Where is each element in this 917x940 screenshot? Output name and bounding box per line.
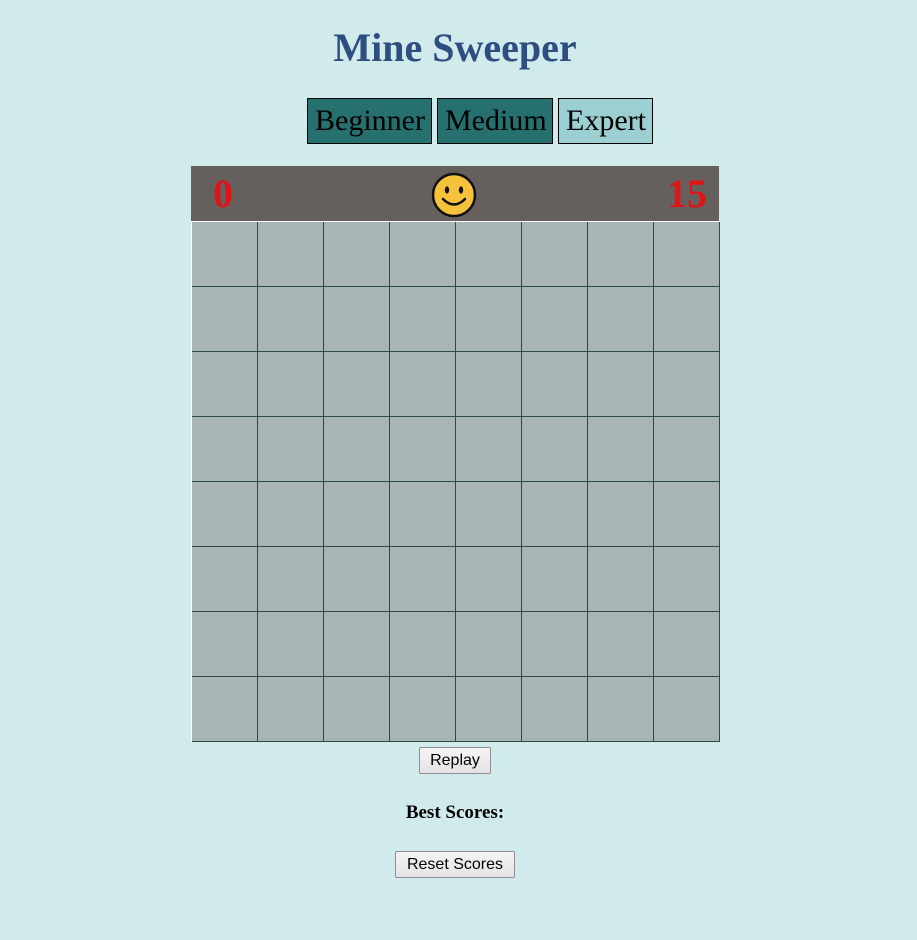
level-medium-button[interactable]: Medium — [437, 98, 553, 144]
grid-cell[interactable] — [258, 482, 324, 547]
grid-cell[interactable] — [390, 612, 456, 677]
grid-cell[interactable] — [654, 352, 720, 417]
grid-cell[interactable] — [324, 352, 390, 417]
smiley-face-icon[interactable] — [431, 172, 477, 218]
grid-cell[interactable] — [192, 482, 258, 547]
level-beginner-button[interactable]: Beginner — [307, 98, 432, 144]
grid-cell[interactable] — [324, 677, 390, 742]
grid-cell[interactable] — [258, 677, 324, 742]
grid-cell[interactable] — [324, 612, 390, 677]
grid-cell[interactable] — [522, 287, 588, 352]
grid-cell[interactable] — [258, 417, 324, 482]
grid-cell[interactable] — [522, 482, 588, 547]
grid-cell[interactable] — [456, 677, 522, 742]
grid-cell[interactable] — [258, 612, 324, 677]
grid-cell[interactable] — [522, 222, 588, 287]
grid-cell[interactable] — [258, 352, 324, 417]
flags-counter: 0 — [213, 171, 233, 216]
grid-cell[interactable] — [522, 352, 588, 417]
grid-cell[interactable] — [324, 287, 390, 352]
grid-cell[interactable] — [258, 222, 324, 287]
grid-cell[interactable] — [522, 417, 588, 482]
grid-cell[interactable] — [654, 417, 720, 482]
grid-cell[interactable] — [456, 287, 522, 352]
grid-cell[interactable] — [654, 482, 720, 547]
grid-cell[interactable] — [654, 612, 720, 677]
grid-cell[interactable] — [588, 417, 654, 482]
grid-cell[interactable] — [324, 547, 390, 612]
grid-cell[interactable] — [522, 612, 588, 677]
grid-cell[interactable] — [258, 547, 324, 612]
grid-cell[interactable] — [192, 612, 258, 677]
reset-scores-button[interactable]: Reset Scores — [395, 851, 515, 878]
grid-cell[interactable] — [390, 417, 456, 482]
grid-cell[interactable] — [522, 547, 588, 612]
grid-cell[interactable] — [588, 677, 654, 742]
timer-counter: 15 — [667, 171, 707, 216]
grid-cell[interactable] — [456, 222, 522, 287]
grid-cell[interactable] — [522, 677, 588, 742]
page-title: Mine Sweeper — [333, 25, 577, 70]
best-scores-heading: Best Scores: — [405, 802, 505, 823]
level-expert-button[interactable]: Expert — [558, 98, 653, 144]
grid-cell[interactable] — [324, 222, 390, 287]
grid-cell[interactable] — [588, 612, 654, 677]
grid-cell[interactable] — [456, 612, 522, 677]
grid-cell[interactable] — [324, 417, 390, 482]
grid-cell[interactable] — [588, 287, 654, 352]
page: Mine Sweeper Beginner Medium Expert 0 15… — [0, 0, 917, 940]
grid-cell[interactable] — [192, 222, 258, 287]
grid-cell[interactable] — [192, 677, 258, 742]
grid-cell[interactable] — [192, 352, 258, 417]
grid-cell[interactable] — [456, 547, 522, 612]
grid-cell[interactable] — [258, 287, 324, 352]
grid-cell[interactable] — [588, 547, 654, 612]
grid-cell[interactable] — [654, 222, 720, 287]
grid-cell[interactable] — [588, 352, 654, 417]
grid-cell[interactable] — [192, 417, 258, 482]
grid-cell[interactable] — [588, 482, 654, 547]
grid-cell[interactable] — [654, 547, 720, 612]
grid-cell[interactable] — [390, 482, 456, 547]
grid-cell[interactable] — [654, 287, 720, 352]
board-header: 0 15 — [191, 166, 719, 221]
mine-grid — [191, 221, 720, 742]
grid-cell[interactable] — [192, 547, 258, 612]
grid-cell[interactable] — [390, 287, 456, 352]
grid-cell[interactable] — [390, 677, 456, 742]
grid-cell[interactable] — [324, 482, 390, 547]
grid-cell[interactable] — [654, 677, 720, 742]
grid-cell[interactable] — [588, 222, 654, 287]
grid-cell[interactable] — [456, 352, 522, 417]
grid-cell[interactable] — [456, 417, 522, 482]
replay-button[interactable]: Replay — [419, 747, 491, 774]
grid-cell[interactable] — [192, 287, 258, 352]
level-selector: Beginner Medium Expert — [307, 98, 653, 144]
grid-cell[interactable] — [456, 482, 522, 547]
grid-cell[interactable] — [390, 222, 456, 287]
grid-cell[interactable] — [390, 547, 456, 612]
grid-cell[interactable] — [390, 352, 456, 417]
